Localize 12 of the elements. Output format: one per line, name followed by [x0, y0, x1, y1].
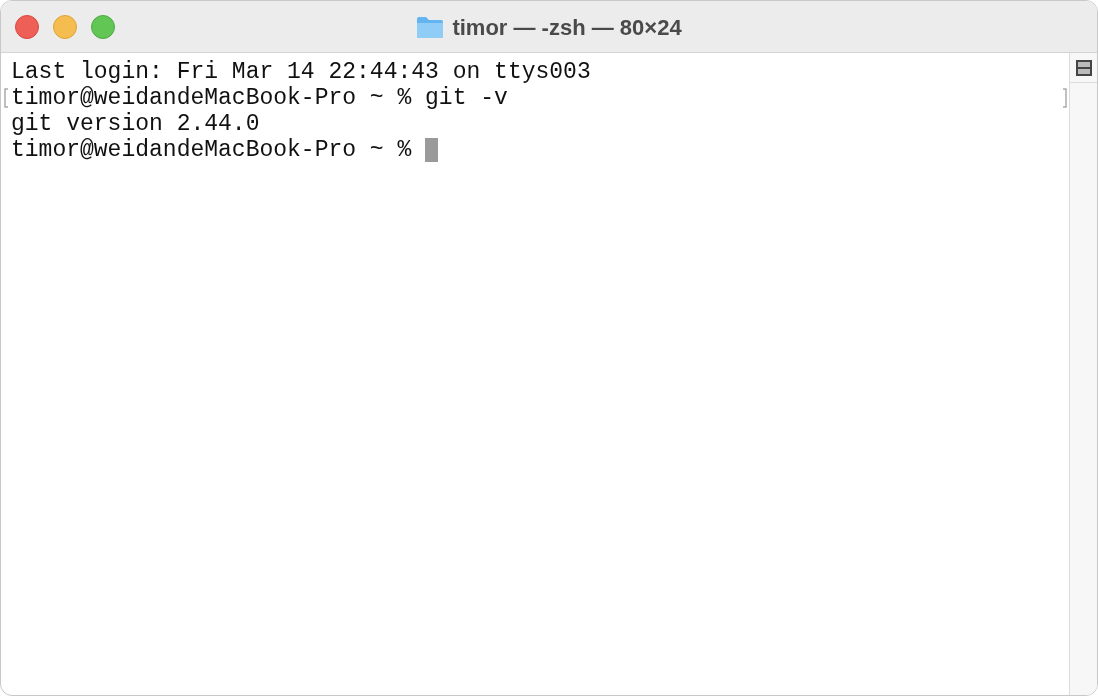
- close-button[interactable]: [15, 14, 39, 39]
- terminal-line: Last login: Fri Mar 14 22:44:43 on ttys003: [11, 59, 591, 85]
- mark-bracket-icon: [1062, 88, 1067, 108]
- window-title: timor — -zsh — 80×24: [452, 13, 682, 42]
- terminal-line: timor@weidandeMacBook-Pro ~ %: [11, 137, 413, 163]
- minimize-button[interactable]: [53, 14, 77, 39]
- scrollbar[interactable]: [1069, 53, 1097, 695]
- terminal-line: git version 2.44.0: [11, 111, 260, 137]
- folder-icon: [416, 15, 445, 39]
- zoom-button[interactable]: [91, 14, 115, 39]
- split-pane-icon[interactable]: [1075, 59, 1092, 76]
- terminal-line: timor@weidandeMacBook-Pro ~ % git -v: [11, 85, 508, 111]
